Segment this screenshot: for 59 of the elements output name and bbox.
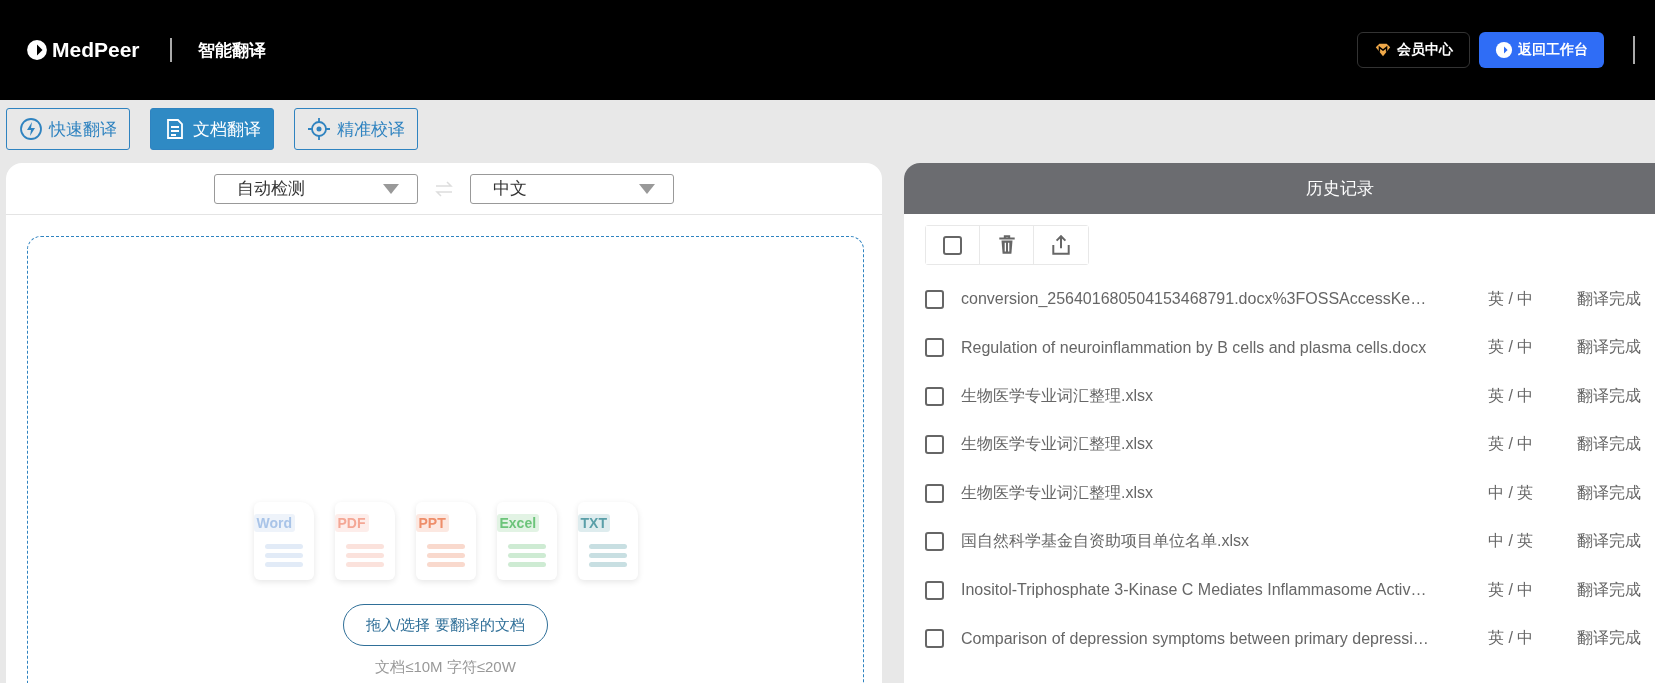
member-center-button[interactable]: 会员中心 — [1357, 32, 1470, 68]
translation-status: 翻译完成 — [1577, 337, 1641, 358]
history-title: 历史记录 — [1306, 178, 1374, 200]
upload-button[interactable]: 拖入/选择 要翻译的文档 — [343, 604, 548, 646]
translation-status: 翻译完成 — [1577, 482, 1641, 503]
language-pair: 英 / 中 — [1488, 434, 1535, 455]
translation-status: 翻译完成 — [1577, 385, 1641, 406]
drop-zone[interactable]: Word PDF PPT Excel TXT 拖入/选择 要翻译的文档 文档≤10M 字符≤20W — [27, 236, 864, 683]
translation-status: 翻译完成 — [1577, 628, 1641, 649]
row-checkbox[interactable] — [925, 435, 944, 455]
logo-icon — [1495, 41, 1513, 59]
translation-status: 翻译完成 — [1577, 579, 1641, 600]
product-title: 智能翻译 — [197, 39, 266, 62]
file-name[interactable]: 生物医学专业词汇整理.xlsx — [961, 482, 1488, 504]
file-type-icon: TXT — [577, 502, 638, 580]
language-pair: 英 / 中 — [1488, 385, 1535, 406]
mode-tab[interactable]: 快速翻译 — [6, 108, 130, 150]
language-pair: 英 / 中 — [1488, 337, 1535, 358]
crosshair-icon — [307, 117, 331, 141]
translation-status: 翻译完成 — [1577, 434, 1641, 455]
row-checkbox[interactable] — [925, 532, 944, 552]
row-checkbox[interactable] — [925, 629, 944, 649]
file-name[interactable]: 生物医学专业词汇整理.xlsx — [961, 434, 1488, 456]
lightning-icon — [19, 117, 43, 141]
file-name[interactable]: Comparison of depression symptoms between primary depressi… — [961, 629, 1488, 648]
upload-icon — [1050, 234, 1072, 256]
select-all-checkbox[interactable] — [926, 226, 980, 264]
row-checkbox[interactable] — [925, 580, 944, 600]
language-pair: 中 / 英 — [1488, 531, 1535, 552]
file-type-icon: PDF — [334, 502, 395, 580]
language-pair: 英 / 中 — [1488, 628, 1535, 649]
file-name[interactable]: conversion_256401680504153468791.docx%3FOSSAccessKe… — [961, 290, 1488, 309]
translation-status: 翻译完成 — [1577, 288, 1641, 309]
file-name[interactable]: 生物医学专业词汇整理.xlsx — [961, 385, 1488, 407]
workspace-button[interactable]: 返回工作台 — [1479, 32, 1604, 68]
mode-tab[interactable]: 文档翻译 — [150, 108, 274, 150]
language-pair: 中 / 英 — [1488, 482, 1535, 503]
upload-limit-hint: 文档≤10M 字符≤20W — [375, 658, 516, 677]
file-name[interactable]: Inositol-Triphosphate 3-Kinase C Mediates Inflammasome Activ… — [961, 581, 1488, 600]
mode-tab[interactable]: 精准校译 — [294, 108, 418, 150]
row-checkbox[interactable] — [925, 338, 944, 358]
language-pair: 英 / 中 — [1488, 288, 1535, 309]
translation-status: 翻译完成 — [1577, 531, 1641, 552]
dropdown-arrow-icon — [639, 183, 655, 194]
file-name[interactable]: 国自然科学基金自资助项目单位名单.xlsx — [961, 531, 1488, 553]
file-type-icon: Word — [253, 502, 314, 580]
file-type-icon: PPT — [415, 502, 476, 580]
row-checkbox[interactable] — [925, 483, 944, 503]
source-language-select[interactable]: 自动检测 — [214, 173, 418, 204]
logo-text: MedPeer — [52, 38, 140, 62]
dropdown-arrow-icon — [383, 183, 399, 194]
row-checkbox[interactable] — [925, 289, 944, 309]
row-checkbox[interactable] — [925, 386, 944, 406]
language-pair: 英 / 中 — [1488, 579, 1535, 600]
file-type-icon: Excel — [496, 502, 557, 580]
diamond-icon — [1374, 41, 1392, 59]
logo-icon — [26, 39, 48, 61]
file-name[interactable]: Regulation of neuroinflammation by B cells and plasma cells.docx — [961, 338, 1488, 357]
target-language-select[interactable]: 中文 — [470, 173, 674, 204]
